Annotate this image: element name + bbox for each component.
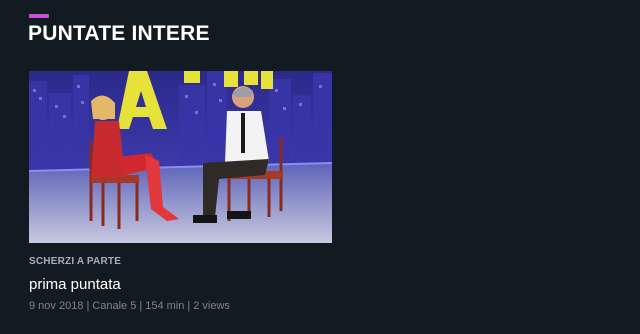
- meta-separator: |: [139, 300, 143, 312]
- episode-duration: 154 min: [145, 300, 185, 312]
- episode-title[interactable]: prima puntata: [29, 276, 332, 294]
- section-title: PUNTATE INTERE: [28, 22, 210, 45]
- page: PUNTATE INTERE SCHERZI A PARTE prima pun…: [0, 0, 640, 334]
- video-thumbnail[interactable]: [29, 71, 332, 243]
- episode-channel: Canale 5: [92, 300, 137, 312]
- episode-views: 2 views: [193, 300, 230, 312]
- episode-card[interactable]: SCHERZI A PARTE prima puntata 9 nov 2018…: [29, 71, 332, 313]
- program-name: SCHERZI A PARTE: [29, 256, 122, 267]
- episode-meta: 9 nov 2018 | Canale 5 | 154 min | 2 views: [29, 299, 332, 313]
- meta-separator: |: [187, 300, 191, 312]
- meta-separator: |: [86, 300, 90, 312]
- section-accent-bar: [29, 14, 49, 18]
- episode-date: 9 nov 2018: [29, 300, 84, 312]
